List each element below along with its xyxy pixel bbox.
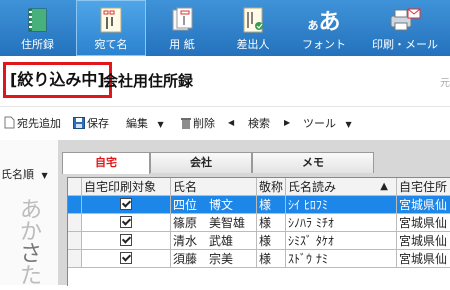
address-cell: 宮城県仙 (397, 250, 450, 268)
ribbon-tab-address-book[interactable]: 住所録 (0, 0, 75, 56)
add-address-label: 宛先追加 (17, 117, 61, 130)
chevron-down-icon: ▼ (157, 120, 164, 129)
toolbar: 宛先追加 保存 編集 ▼ 削除 ◀ 検索 ▶ ツール ▼ (0, 107, 450, 139)
reading-cell: ｼﾉﾊﾗ ﾐﾁｵ (286, 214, 397, 232)
checkbox[interactable] (120, 198, 132, 210)
address-table: 自宅印刷対象 氏名 敬称 氏名読み ▲ 自宅住所 四位 博文 様 ｼｲ ﾋﾛﾌﾐ… (67, 177, 450, 286)
save-label: 保存 (87, 117, 109, 130)
printer-mail-icon (390, 8, 421, 31)
row-indicator (68, 196, 82, 214)
kana-index-item[interactable]: た (20, 258, 42, 290)
name-cell: 四位 博文 (171, 196, 257, 214)
checkbox[interactable] (120, 252, 132, 264)
reading-cell: ｽﾄﾞｳ ﾅﾐ (286, 250, 397, 268)
name-cell: 須藤 宗美 (171, 250, 257, 268)
reading-cell: ｼｲ ﾋﾛﾌﾐ (286, 196, 397, 214)
row-indicator (68, 232, 82, 250)
column-header-reading[interactable]: 氏名読み ▲ (286, 178, 397, 196)
ribbon-tab-label: 住所録 (21, 38, 54, 51)
table-row[interactable]: 四位 博文 様 ｼｲ ﾋﾛﾌﾐ 宮城県仙 (68, 196, 450, 214)
address-cell: 宮城県仙 (397, 214, 450, 232)
ribbon-tab-label: フォント (302, 38, 346, 51)
font-glyph-small: あ (307, 19, 319, 32)
reading-cell: ｼﾐｽﾞ ﾀｹｵ (286, 232, 397, 250)
trash-icon (181, 118, 191, 129)
name-cell: 篠原 美智雄 (171, 214, 257, 232)
kana-index-panel: 氏名順 ▼ あ か さ た (0, 140, 58, 289)
address-card-icon (100, 7, 122, 33)
sort-ascending-icon: ▲ (380, 181, 388, 192)
table-row[interactable]: 篠原 美智雄 様 ｼﾉﾊﾗ ﾐﾁｵ 宮城県仙 (68, 214, 450, 232)
tab-home[interactable]: 自宅 (62, 152, 150, 174)
ribbon-tab-label: 印刷・メール (372, 38, 438, 51)
chevron-right-icon: ▶ (284, 118, 291, 127)
print-target-cell[interactable] (82, 214, 171, 232)
column-header-reading-label: 氏名読み (288, 180, 337, 194)
column-header-home-address[interactable]: 自宅住所 (397, 178, 450, 196)
column-header-honorific[interactable]: 敬称 (257, 178, 286, 196)
row-indicator (68, 214, 82, 232)
print-target-cell[interactable] (82, 250, 171, 268)
ribbon-tab-label: 差出人 (236, 38, 270, 51)
ribbon: 住所録 宛て名 用 紙 差出人 ああ フォント 印刷・メール (0, 0, 450, 56)
tools-label: ツール (303, 117, 336, 130)
row-header-cell (68, 178, 82, 196)
ribbon-tab-print-mail[interactable]: 印刷・メール (360, 0, 450, 56)
print-target-cell[interactable] (82, 232, 171, 250)
row-indicator (68, 250, 82, 268)
chevron-left-icon: ◀ (228, 118, 235, 127)
ribbon-tab-label: 宛て名 (94, 38, 128, 51)
edit-label: 編集 (126, 117, 148, 130)
font-glyph-large: あ (318, 9, 341, 35)
honorific-cell: 様 (257, 214, 286, 232)
delete-label: 削除 (193, 117, 215, 130)
edit-menu[interactable]: 編集 ▼ (126, 115, 164, 131)
filter-active-badge[interactable]: [絞り込み中] (3, 62, 112, 98)
chevron-down-icon: ▼ (41, 171, 48, 180)
table-header-row: 自宅印刷対象 氏名 敬称 氏名読み ▲ 自宅住所 (68, 178, 450, 196)
sort-order-label: 氏名順 (1, 168, 34, 181)
delete-button[interactable]: 削除 (181, 115, 215, 131)
ribbon-tab-paper[interactable]: 用 紙 (147, 0, 217, 56)
font-icon: ああ (307, 4, 340, 36)
header-right-fragment: 元 (440, 78, 450, 89)
tools-menu[interactable]: ツール ▼ (303, 115, 352, 131)
table-row[interactable]: 須藤 宗美 様 ｽﾄﾞｳ ﾅﾐ 宮城県仙 (68, 250, 450, 268)
address-book-header: [絞り込み中] 会社用住所録 元 (0, 56, 450, 107)
tab-memo[interactable]: メモ (252, 152, 374, 173)
sort-order-dropdown[interactable]: 氏名順 ▼ (1, 166, 48, 182)
tab-company[interactable]: 会社 (150, 152, 252, 173)
search-button[interactable]: 検索 (248, 115, 270, 131)
column-header-name[interactable]: 氏名 (171, 178, 257, 196)
address-book-icon (28, 8, 46, 32)
address-cell: 宮城県仙 (397, 232, 450, 250)
search-prev-button[interactable]: ◀ (228, 115, 234, 131)
honorific-cell: 様 (257, 196, 286, 214)
print-target-cell[interactable] (82, 196, 171, 214)
checkbox[interactable] (120, 234, 132, 246)
search-label: 検索 (248, 117, 270, 130)
table-row[interactable]: 清水 武雄 様 ｼﾐｽﾞ ﾀｹｵ 宮城県仙 (68, 232, 450, 250)
column-header-print-target[interactable]: 自宅印刷対象 (82, 178, 171, 196)
add-address-button[interactable]: 宛先追加 (4, 115, 61, 131)
address-book-title: 会社用住所録 (103, 72, 194, 90)
save-icon (73, 117, 85, 129)
address-cell: 宮城県仙 (397, 196, 450, 214)
paper-icon (172, 7, 193, 31)
chevron-down-icon: ▼ (345, 120, 352, 129)
honorific-cell: 様 (257, 232, 286, 250)
ribbon-tab-addressee[interactable]: 宛て名 (76, 0, 146, 56)
ribbon-tab-font[interactable]: ああ フォント (289, 0, 359, 56)
ribbon-tab-label: 用 紙 (169, 38, 195, 51)
ribbon-tab-sender[interactable]: 差出人 (218, 0, 288, 56)
sender-icon (243, 7, 263, 33)
checkbox[interactable] (120, 216, 132, 228)
name-cell: 清水 武雄 (171, 232, 257, 250)
save-button[interactable]: 保存 (73, 115, 109, 131)
new-document-icon (4, 116, 15, 129)
honorific-cell: 様 (257, 250, 286, 268)
search-next-button[interactable]: ▶ (284, 115, 290, 131)
